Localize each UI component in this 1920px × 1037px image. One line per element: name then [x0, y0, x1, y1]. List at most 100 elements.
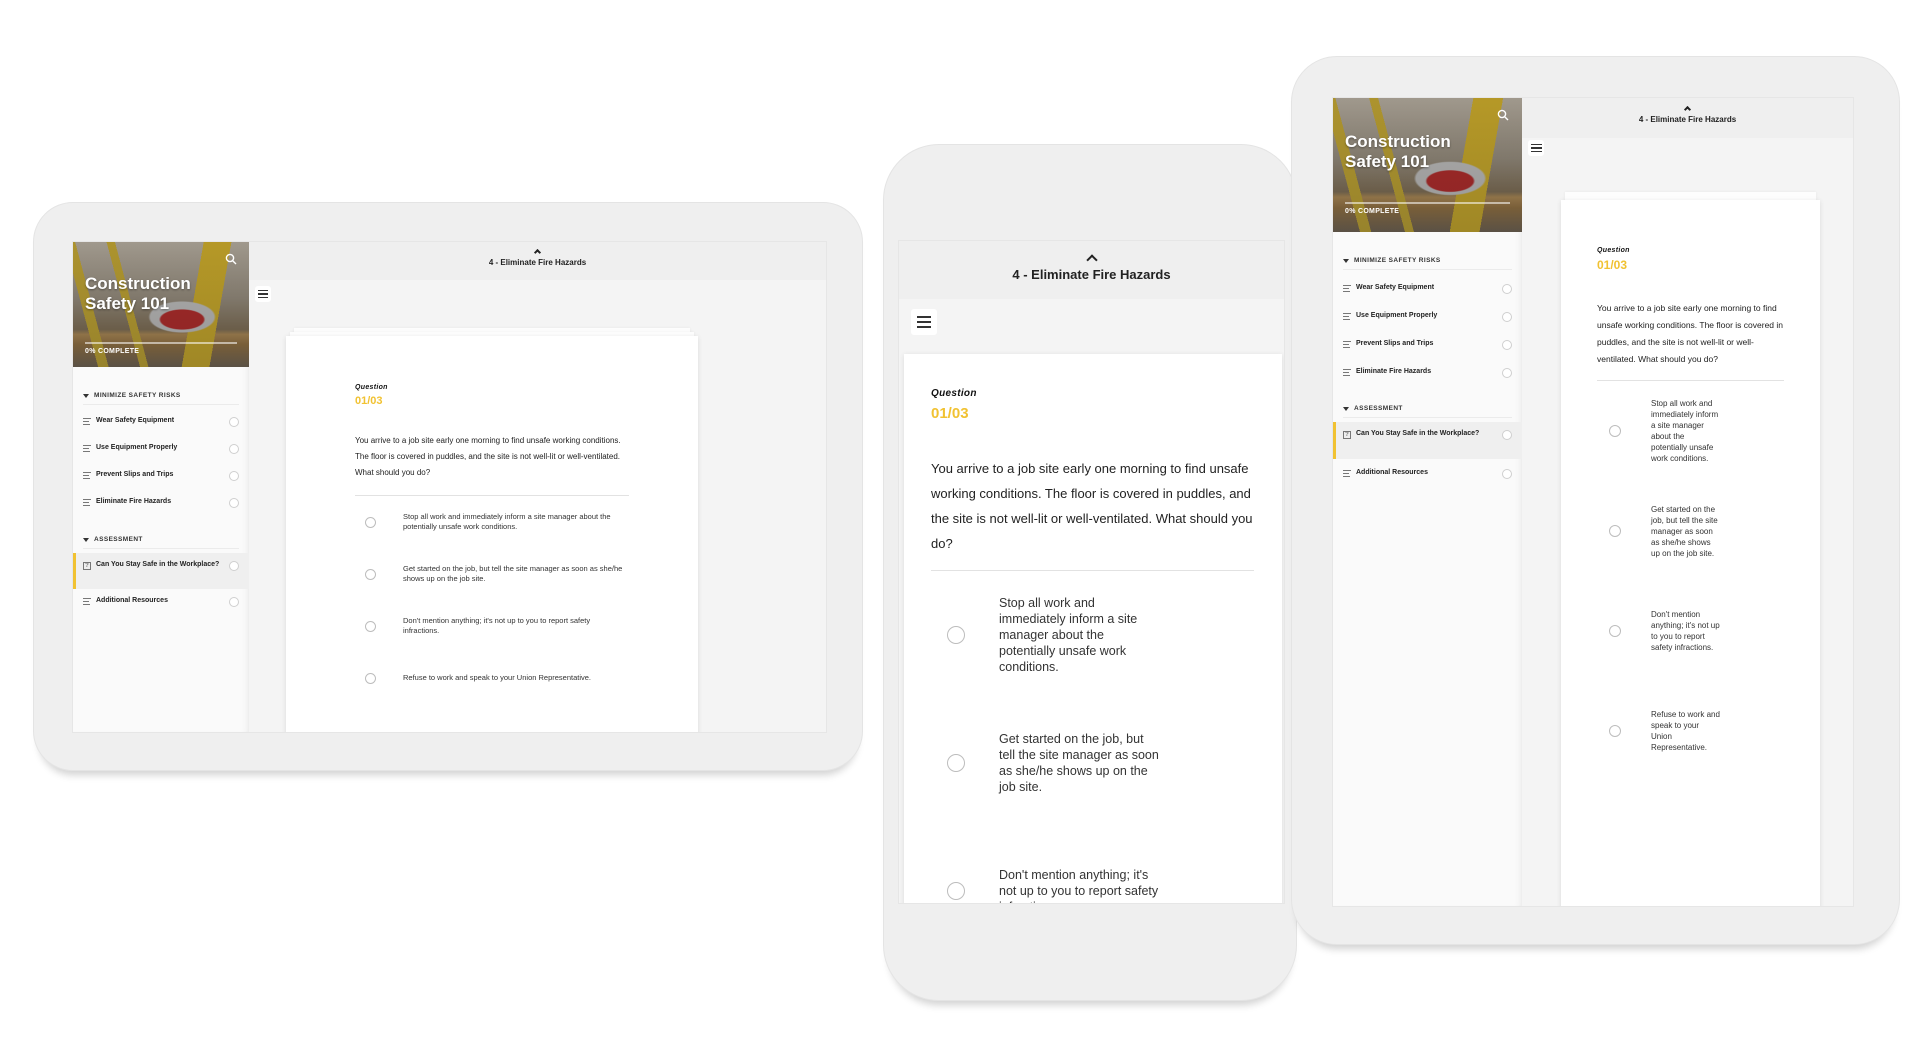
sidebar-item-label: Wear Safety Equipment [1356, 284, 1435, 291]
answer-option-text: Get started on the job, but tell the sit… [403, 564, 623, 583]
answer-option[interactable]: Stop all work and immediately inform a s… [931, 571, 1254, 699]
caret-down-icon [1343, 406, 1349, 411]
lesson-main: 4 - Eliminate Fire Hazards Question 01/03… [899, 241, 1284, 903]
radio-button[interactable] [947, 882, 965, 900]
sidebar-item[interactable]: Wear Safety Equipment [73, 409, 249, 436]
sidebar-item[interactable]: ? Can You Stay Safe in the Workplace? [73, 553, 249, 589]
radio-button[interactable] [365, 672, 376, 684]
sidebar-item[interactable]: Use Equipment Properly [1333, 302, 1522, 330]
course-progress-label: 0% COMPLETE [85, 348, 140, 355]
question-text: You arrive to a job site early one morni… [1597, 303, 1783, 364]
phone: 4 - Eliminate Fire Hazards Question 01/03… [883, 144, 1297, 1001]
lesson-title: 4 - Eliminate Fire Hazards [1638, 115, 1737, 124]
lesson-lines-icon [1343, 312, 1351, 320]
sidebar-section-header[interactable]: ASSESSMENT [83, 531, 239, 549]
lesson-title: 4 - Eliminate Fire Hazards [1012, 267, 1171, 282]
question-counter: 01/03 [1597, 258, 1628, 272]
sidebar-section-header[interactable]: MINIMIZE SAFETY RISKS [83, 387, 239, 405]
radio-button[interactable] [365, 568, 376, 580]
lesson-title: 4 - Eliminate Fire Hazards [488, 258, 587, 267]
sidebar-item[interactable]: Additional Resources [73, 589, 249, 616]
answer-option[interactable]: Stop all work and immediately inform a s… [355, 496, 629, 548]
radio-button[interactable] [1609, 625, 1621, 637]
caret-down-icon [83, 393, 89, 398]
answer-option[interactable]: Don't mention anything; it's not up to y… [931, 827, 1254, 903]
hamburger-menu-button[interactable] [1528, 140, 1544, 156]
phone-screen: 4 - Eliminate Fire Hazards Question 01/03… [898, 240, 1285, 904]
answer-options: Stop all work and immediately inform a s… [355, 496, 629, 704]
sidebar-item-label: Can You Stay Safe in the Workplace? [96, 561, 220, 568]
sidebar-section-header[interactable]: ASSESSMENT [1343, 400, 1512, 418]
lesson-lines-icon [1343, 368, 1351, 376]
answer-option[interactable]: Get started on the job, but tell the sit… [1597, 481, 1784, 581]
lesson-lines-icon [83, 471, 91, 479]
sidebar-item[interactable]: ? Can You Stay Safe in the Workplace? [1333, 422, 1522, 459]
completion-status-icon [229, 444, 239, 454]
lesson-header: 4 - Eliminate Fire Hazards [899, 241, 1284, 299]
answer-option[interactable]: Get started on the job, but tell the sit… [355, 548, 629, 600]
search-icon[interactable] [225, 252, 237, 270]
chevron-up-icon[interactable] [533, 248, 542, 257]
sidebar-section-header[interactable]: MINIMIZE SAFETY RISKS [1343, 252, 1512, 270]
radio-button[interactable] [1609, 525, 1621, 537]
answer-option[interactable]: Stop all work and immediately inform a s… [1597, 381, 1784, 481]
answer-option[interactable]: Get started on the job, but tell the sit… [931, 699, 1254, 827]
sidebar-item[interactable]: Wear Safety Equipment [1333, 274, 1522, 302]
tablet-landscape: Construction Safety 101 0% COMPLETE MINI… [33, 202, 863, 771]
completion-status-icon [1502, 469, 1512, 479]
sidebar-item-label: Additional Resources [1356, 469, 1428, 476]
answer-option-text: Stop all work and immediately inform a s… [403, 512, 611, 531]
completion-status-icon [229, 597, 239, 607]
lesson-main: 4 - Eliminate Fire Hazards Question 01/03… [1522, 98, 1853, 906]
quiz-card-stack: Question 01/03 You arrive to a job site ea… [1561, 192, 1820, 906]
lesson-lines-icon [83, 417, 91, 425]
radio-button[interactable] [1609, 725, 1621, 737]
sidebar-item[interactable]: Use Equipment Properly [73, 436, 249, 463]
sidebar-section-title: ASSESSMENT [94, 536, 143, 543]
completion-status-icon [229, 561, 239, 571]
answer-option-text: Refuse to work and speak to your Union R… [1651, 710, 1720, 752]
chevron-up-icon[interactable] [1683, 105, 1692, 114]
course-title: Construction Safety 101 [1345, 132, 1451, 171]
completion-status-icon [1502, 340, 1512, 350]
radio-button[interactable] [947, 754, 965, 772]
completion-status-icon [229, 498, 239, 508]
hamburger-menu-button[interactable] [255, 286, 271, 302]
lesson-main: 4 - Eliminate Fire Hazards Question 01/03… [249, 242, 826, 732]
lesson-lines-icon [1343, 340, 1351, 348]
question-label: Question [931, 388, 977, 399]
question-label: Question [355, 384, 388, 391]
radio-button[interactable] [365, 516, 376, 528]
answer-option[interactable]: Refuse to work and speak to your Union R… [1597, 681, 1784, 781]
sidebar-item[interactable]: Eliminate Fire Hazards [73, 490, 249, 517]
question-counter: 01/03 [931, 405, 969, 422]
sidebar-item-label: Prevent Slips and Trips [1356, 340, 1434, 347]
completion-status-icon [229, 471, 239, 481]
sidebar-item[interactable]: Additional Resources [1333, 459, 1522, 487]
answer-option[interactable]: Don't mention anything; it's not up to y… [1597, 581, 1784, 681]
radio-button[interactable] [947, 626, 965, 644]
chevron-up-icon[interactable] [1085, 254, 1098, 266]
sidebar-nav: MINIMIZE SAFETY RISKS Wear Safety Equipme… [73, 367, 249, 616]
answer-option[interactable]: Refuse to work and speak to your Union R… [355, 652, 629, 704]
course-progress-bar [1345, 202, 1510, 204]
lesson-lines-icon [1343, 469, 1351, 477]
question-counter: 01/03 [355, 395, 383, 407]
sidebar-item-label: Eliminate Fire Hazards [1356, 368, 1432, 375]
quiz-card: Question 01/03 You arrive to a job site ea… [286, 336, 698, 732]
tablet-landscape-screen: Construction Safety 101 0% COMPLETE MINI… [72, 241, 827, 733]
hamburger-menu-button[interactable] [911, 309, 937, 335]
tablet-portrait: Construction Safety 101 0% COMPLETE MINI… [1291, 56, 1900, 945]
answer-option[interactable]: Don't mention anything; it's not up to y… [355, 600, 629, 652]
course-hero: Construction Safety 101 0% COMPLETE [73, 242, 249, 367]
search-icon[interactable] [1497, 108, 1509, 126]
sidebar-item[interactable]: Eliminate Fire Hazards [1333, 358, 1522, 386]
quiz-card: Question 01/03 You arrive to a job site ea… [904, 354, 1282, 903]
radio-button[interactable] [1609, 425, 1621, 437]
radio-button[interactable] [365, 620, 376, 632]
completion-status-icon [1502, 368, 1512, 378]
sidebar-item[interactable]: Prevent Slips and Trips [73, 463, 249, 490]
sidebar-item[interactable]: Prevent Slips and Trips [1333, 330, 1522, 358]
course-title: Construction Safety 101 [85, 274, 191, 313]
answer-option-text: Don't mention anything; it's not up to y… [403, 616, 591, 635]
